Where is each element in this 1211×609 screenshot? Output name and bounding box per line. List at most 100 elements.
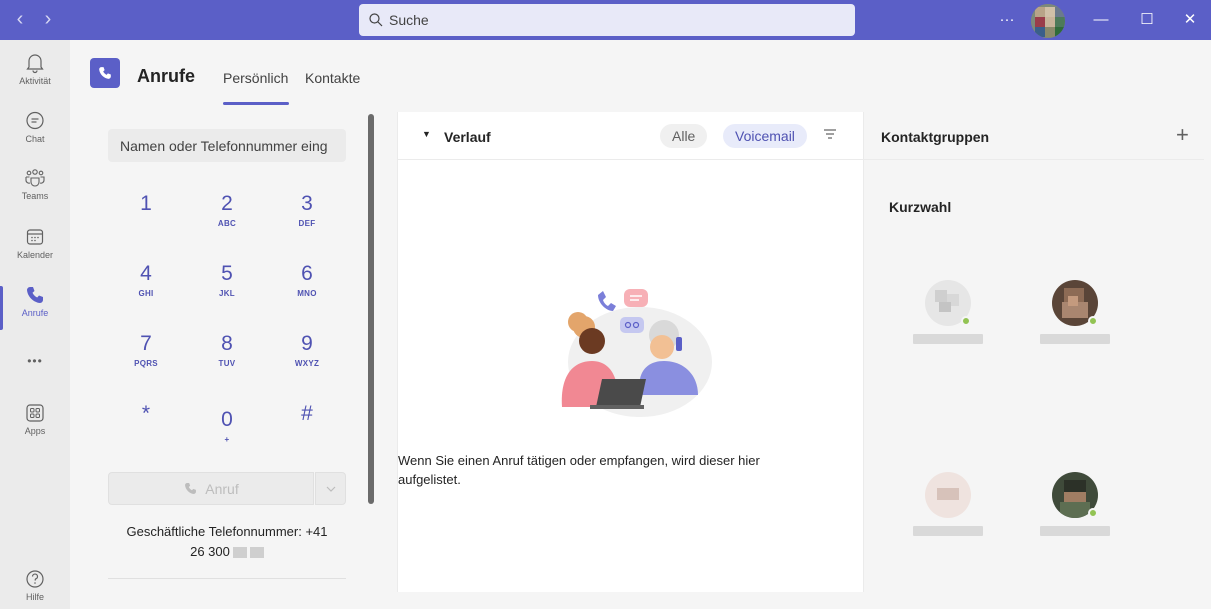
filter-icon[interactable]	[822, 126, 838, 142]
dialer-scrollbar[interactable]	[368, 114, 374, 504]
call-button[interactable]: Anruf	[108, 472, 314, 505]
rail-item-chat[interactable]: Chat	[0, 110, 70, 166]
more-options-button[interactable]: ···	[993, 6, 1021, 34]
rail-item-more[interactable]: •••	[0, 352, 70, 408]
speed-dial-contact[interactable]	[903, 472, 993, 562]
rail-label: Apps	[24, 426, 46, 436]
phone-icon	[99, 67, 111, 79]
phone-icon	[27, 287, 43, 303]
dial-key-3[interactable]: 3 DEF	[272, 192, 342, 252]
rail-item-calendar[interactable]: Kalender	[0, 226, 70, 282]
phone-line-1: Geschäftliche Telefonnummer: +41	[126, 524, 328, 539]
app-header: Anrufe Persönlich Kontakte	[70, 40, 1211, 110]
speed-dial-contact[interactable]	[1030, 472, 1120, 562]
key-letters: JKL	[218, 289, 235, 298]
search-input[interactable]	[389, 12, 829, 28]
minimize-button[interactable]: —	[1087, 6, 1115, 34]
forward-icon[interactable]: ›	[38, 8, 58, 32]
key-digit: #	[301, 402, 313, 425]
key-digit: 0	[221, 408, 233, 431]
filter-voicemail[interactable]: Voicemail	[723, 124, 807, 148]
key-digit: 8	[221, 332, 233, 355]
page-title: Anrufe	[137, 66, 195, 86]
chevron-down-icon	[326, 486, 335, 492]
key-digit: 2	[221, 192, 233, 215]
key-digit: *	[141, 402, 151, 425]
rail-label: Chat	[25, 134, 45, 144]
more-apps-icon: •••	[27, 354, 43, 368]
add-group-icon[interactable]: +	[1176, 122, 1189, 148]
tab-personal[interactable]: Persönlich	[223, 70, 288, 86]
rail-label: Anrufe	[21, 308, 49, 318]
key-digit: 4	[140, 262, 152, 285]
rail-item-calls[interactable]: Anrufe	[0, 284, 70, 340]
search-icon	[369, 13, 383, 27]
dial-key-hash[interactable]: #	[272, 402, 342, 462]
call-options-button[interactable]	[315, 472, 346, 505]
dial-key-0[interactable]: 0 +	[192, 408, 262, 468]
key-digit: 3	[301, 192, 313, 215]
dial-input[interactable]	[108, 129, 346, 162]
help-icon	[26, 570, 44, 588]
rail-item-activity[interactable]: Aktivität	[0, 52, 70, 108]
tab-active-underline	[223, 102, 289, 105]
dialer-panel: 1 2 ABC 3 DEF 4 GHI 5 JKL 6 MNO 7 PQRS 8…	[88, 112, 364, 592]
key-letters: ABC	[217, 219, 237, 228]
call-label: Anruf	[205, 480, 239, 497]
back-icon[interactable]: ‹	[10, 8, 30, 32]
filter-all[interactable]: Alle	[660, 124, 708, 148]
key-letters: MNO	[297, 289, 317, 298]
speed-dial-contact[interactable]	[1030, 280, 1120, 370]
bottom-strip	[70, 592, 1211, 609]
dial-key-9[interactable]: 9 WXYZ	[272, 332, 342, 392]
key-digit: 6	[301, 262, 313, 285]
avatar-image-icon	[1031, 4, 1065, 38]
dial-key-8[interactable]: 8 TUV	[192, 332, 262, 392]
contacts-header: Kontaktgruppen +	[864, 112, 1204, 160]
key-letters: +	[224, 435, 230, 444]
phone-line-2: 26 300	[190, 544, 230, 559]
bell-icon	[26, 54, 44, 74]
app-rail: Aktivität Chat Teams Kalender Anrufe •••…	[0, 40, 70, 609]
key-letters: PQRS	[134, 359, 158, 368]
rail-item-apps[interactable]: Apps	[0, 402, 70, 458]
tab-contacts[interactable]: Kontakte	[305, 70, 360, 86]
teams-icon	[25, 169, 45, 187]
dial-key-1[interactable]: 1	[111, 192, 181, 252]
key-letters: GHI	[138, 289, 154, 298]
phone-icon	[185, 483, 197, 494]
speed-dial-contact[interactable]	[903, 280, 993, 370]
collapse-caret-icon[interactable]: ▼	[422, 129, 431, 139]
empty-state-illustration-icon	[561, 289, 712, 417]
chat-icon	[26, 111, 44, 130]
business-phone-number: Geschäftliche Telefonnummer: +41 26 300	[108, 522, 346, 562]
rail-label: Kalender	[16, 250, 54, 260]
apps-icon	[26, 404, 44, 422]
title-bar: ‹ › ··· — ☐ ✕	[0, 0, 1211, 40]
dial-key-star[interactable]: *	[111, 402, 181, 462]
user-avatar[interactable]	[1031, 4, 1065, 38]
key-digit: 9	[301, 332, 313, 355]
dial-key-7[interactable]: 7 PQRS	[111, 332, 181, 392]
avatar	[925, 472, 971, 518]
empty-line-1: Wenn Sie einen Anruf tätigen oder empfan…	[398, 453, 760, 468]
contacts-title: Kontaktgruppen	[881, 129, 990, 145]
presence-badge	[961, 316, 971, 326]
redacted-digits	[249, 547, 264, 559]
speed-dial-heading: Kurzwahl	[889, 199, 952, 215]
call-history-panel: ▼ Verlauf Alle Voicemail Wenn Sie einen …	[397, 112, 865, 592]
presence-badge	[1088, 316, 1098, 326]
rail-item-help[interactable]: Hilfe	[0, 568, 70, 609]
search-box[interactable]	[359, 4, 855, 36]
maximize-button[interactable]: ☐	[1133, 6, 1161, 34]
rail-item-teams[interactable]: Teams	[0, 167, 70, 223]
dial-key-2[interactable]: 2 ABC	[192, 192, 262, 252]
dial-key-6[interactable]: 6 MNO	[272, 262, 342, 322]
contact-name-redacted	[913, 334, 983, 344]
dial-key-4[interactable]: 4 GHI	[111, 262, 181, 322]
key-letters: DEF	[298, 219, 316, 228]
dial-key-5[interactable]: 5 JKL	[192, 262, 262, 322]
close-button[interactable]: ✕	[1176, 6, 1204, 34]
redacted-digits	[232, 547, 247, 559]
active-indicator	[0, 286, 3, 330]
